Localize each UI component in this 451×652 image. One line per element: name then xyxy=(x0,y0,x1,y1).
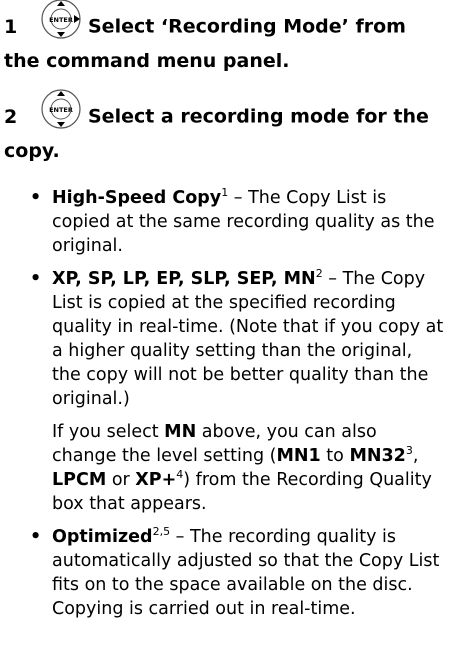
step-2: 2 ENTER Select a recording mode for the … xyxy=(4,89,429,165)
step-number: 1 xyxy=(4,15,18,38)
enter-arrow-right-icon: ENTER xyxy=(40,0,82,40)
svg-text:ENTER: ENTER xyxy=(49,16,73,24)
list-item-xp-sp-modes: • XP, SP, LP, EP, SLP, SEP, MN2 – The Co… xyxy=(28,267,446,411)
term: Optimized xyxy=(52,527,153,547)
enter-up-down-icon: ENTER xyxy=(40,88,82,130)
recording-mode-list: • High-Speed Copy1 – The Copy List is co… xyxy=(28,186,446,630)
note-text: , xyxy=(412,446,419,466)
step-2-text: Select a recording mode for the xyxy=(88,105,429,128)
note-term: MN32 xyxy=(349,446,406,466)
note-text: or xyxy=(106,470,136,490)
step-1: 1 ENTER Select ‘Recording Mode’ from the… xyxy=(4,0,406,75)
note-term: MN xyxy=(164,422,197,442)
svg-text:ENTER: ENTER xyxy=(49,106,73,114)
note-text: to xyxy=(320,446,350,466)
step-number: 2 xyxy=(4,105,18,128)
note-term: LPCM xyxy=(52,470,107,490)
footnote-ref: 2 xyxy=(315,267,323,281)
step-2-text-cont: copy. xyxy=(4,140,60,162)
description: – The Copy List is copied at the specifi… xyxy=(52,269,444,409)
bullet-icon: • xyxy=(30,527,42,547)
mn-note: If you select MN above, you can also cha… xyxy=(28,420,446,516)
bullet-icon: • xyxy=(30,269,42,289)
list-item-high-speed-copy: • High-Speed Copy1 – The Copy List is co… xyxy=(28,186,446,258)
step-1-text: Select ‘Recording Mode’ from xyxy=(88,15,406,38)
note-text: If you select xyxy=(52,422,165,442)
bullet-icon: • xyxy=(30,188,42,208)
note-term: MN1 xyxy=(276,446,321,466)
list-item-optimized: • Optimized2,5 – The recording quality i… xyxy=(28,525,446,621)
term: XP, SP, LP, EP, SLP, SEP, MN xyxy=(52,269,316,289)
note-term: XP+ xyxy=(135,470,177,490)
step-1-text-cont: the command menu panel. xyxy=(4,50,290,72)
term: High-Speed Copy xyxy=(52,188,222,208)
footnote-ref: 3 xyxy=(405,444,413,458)
footnote-ref: 2,5 xyxy=(152,525,171,539)
